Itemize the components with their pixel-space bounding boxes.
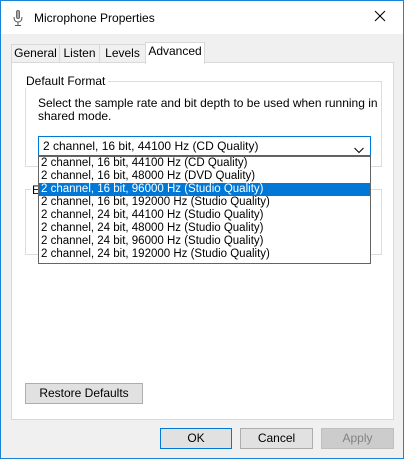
close-button[interactable] xyxy=(357,1,403,34)
option-24bit-48000[interactable]: 2 channel, 24 bit, 48000 Hz (Studio Qual… xyxy=(39,222,370,235)
sample-rate-selected-value: 2 channel, 16 bit, 44100 Hz (CD Quality) xyxy=(43,139,259,153)
option-16bit-192000[interactable]: 2 channel, 16 bit, 192000 Hz (Studio Qua… xyxy=(39,196,370,209)
window-title: Microphone Properties xyxy=(34,11,155,25)
option-24bit-192000[interactable]: 2 channel, 24 bit, 192000 Hz (Studio Qua… xyxy=(39,248,370,261)
properties-window: Microphone Properties General Listen Lev… xyxy=(0,0,404,459)
title-bar: Microphone Properties xyxy=(1,1,403,34)
default-format-label: Default Format xyxy=(23,74,109,88)
option-24bit-96000[interactable]: 2 channel, 24 bit, 96000 Hz (Studio Qual… xyxy=(39,235,370,248)
microphone-icon xyxy=(11,9,25,27)
ok-button[interactable]: OK xyxy=(160,428,232,449)
restore-defaults-button[interactable]: Restore Defaults xyxy=(25,383,143,404)
tab-listen[interactable]: Listen xyxy=(59,44,100,63)
close-icon xyxy=(374,10,386,25)
apply-button[interactable]: Apply xyxy=(321,428,394,449)
tab-levels[interactable]: Levels xyxy=(99,44,146,63)
option-16bit-48000[interactable]: 2 channel, 16 bit, 48000 Hz (DVD Quality… xyxy=(39,170,370,183)
option-16bit-44100[interactable]: 2 channel, 16 bit, 44100 Hz (CD Quality) xyxy=(39,157,370,170)
default-format-description: Select the sample rate and bit depth to … xyxy=(38,96,378,123)
cancel-button[interactable]: Cancel xyxy=(240,428,313,449)
option-16bit-96000[interactable]: 2 channel, 16 bit, 96000 Hz (Studio Qual… xyxy=(39,183,370,196)
sample-rate-dropdown: 2 channel, 16 bit, 44100 Hz (CD Quality)… xyxy=(38,156,371,264)
tab-general[interactable]: General xyxy=(11,44,60,63)
tab-advanced[interactable]: Advanced xyxy=(145,42,205,64)
option-24bit-44100[interactable]: 2 channel, 24 bit, 44100 Hz (Studio Qual… xyxy=(39,209,370,222)
chevron-down-icon xyxy=(354,143,364,154)
sample-rate-select[interactable]: 2 channel, 16 bit, 44100 Hz (CD Quality) xyxy=(38,136,371,156)
